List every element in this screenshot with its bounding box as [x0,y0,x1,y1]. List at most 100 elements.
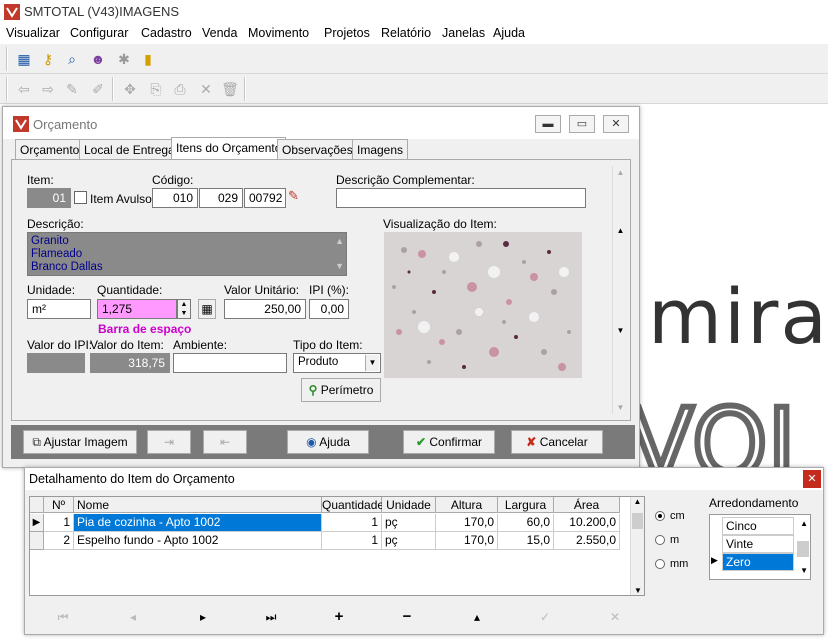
ipi-field[interactable]: 0,00 [309,299,349,319]
scroll-down-icon[interactable]: ▼ [613,326,628,335]
lookup-brush-icon[interactable]: ✎ [288,188,308,204]
quantidade-spinner[interactable]: ▲ ▼ [177,299,191,319]
unidade-field[interactable]: m² [27,299,91,319]
radio-m[interactable]: m [655,534,679,546]
cancelar-button[interactable]: ✘ Cancelar [511,430,603,454]
confirmar-button[interactable]: ✔ Confirmar [403,430,495,454]
calculator-icon[interactable]: ▦ [14,49,34,69]
remove-column-button[interactable]: ⇤ [203,430,247,454]
table-cell-unidade[interactable]: pç [382,514,436,532]
scroll-up-icon[interactable]: ▲ [800,519,808,528]
printer-icon[interactable]: ⎙ [170,79,190,99]
codigo-field-1[interactable]: 010 [152,188,198,208]
ajustar-imagem-button[interactable]: ⧉ Ajustar Imagem [23,430,137,454]
radio-mm[interactable]: mm [655,558,688,570]
scroll-up-icon[interactable]: ▲ [631,497,644,506]
grid-header-quantidade[interactable]: Quantidade [322,497,384,513]
radio-dot[interactable] [655,535,665,546]
menu-relatorio[interactable]: Relatório [381,26,431,40]
key-icon[interactable]: ⚷ [38,49,58,69]
table-cell-largura[interactable]: 15,0 [498,532,554,550]
table-cell-altura[interactable]: 170,0 [436,514,498,532]
valor-unitario-field[interactable]: 250,00 [224,299,306,319]
search-icon[interactable]: ⌕ [62,49,82,69]
table-cell-area[interactable]: 2.550,0 [554,532,620,550]
exit-door-icon[interactable]: ▮ [138,49,158,69]
table-cell-largura[interactable]: 60,0 [498,514,554,532]
grid-header-area[interactable]: Área [554,497,620,513]
menu-janelas[interactable]: Janelas [442,26,485,40]
list-item[interactable]: Cinco [722,517,794,535]
close-button[interactable]: ✕ [603,115,629,133]
pencil-icon[interactable]: ✎ [62,79,82,99]
minimize-button[interactable]: ▬ [535,115,561,133]
arredondamento-list[interactable]: Cinco Vinte ▶ Zero ▲ ▼ [709,514,811,580]
table-cell-unidade[interactable]: pç [382,532,436,550]
trash-icon[interactable]: 🗑 [220,79,240,99]
row-selector-icon[interactable]: ▶ [30,514,44,532]
nav-prior-icon[interactable]: ◂ [123,608,143,626]
arrow-left-icon[interactable]: ⇦ [14,79,34,99]
table-cell-nome[interactable]: Espelho fundo - Apto 1002 [74,532,322,550]
menu-projetos[interactable]: Projetos [324,26,370,40]
table-cell-numero[interactable]: 1 [44,514,74,532]
scroll-up-icon[interactable]: ▲ [335,235,344,248]
scroll-down-icon[interactable]: ▼ [800,566,808,575]
grid-header-altura[interactable]: Altura [436,497,498,513]
row-selector[interactable] [30,532,44,550]
table-cell-numero[interactable]: 2 [44,532,74,550]
menu-configurar[interactable]: Configurar [70,26,128,40]
codigo-field-2[interactable]: 029 [199,188,243,208]
add-column-button[interactable]: ⇥ [147,430,191,454]
grid-header-numero[interactable]: Nº [44,497,74,513]
form-icon[interactable]: ⎘ [146,79,166,99]
tab-imagens[interactable]: Imagens [352,139,409,159]
table-cell-altura[interactable]: 170,0 [436,532,498,550]
ajuda-button[interactable]: ◉ Ajuda [287,430,369,454]
menu-cadastro[interactable]: Cadastro [141,26,192,40]
nav-post-icon[interactable]: ✓ [535,608,555,626]
radio-cm[interactable]: cm [655,510,685,522]
scroll-top-icon[interactable]: ▲ [613,168,628,177]
codigo-field-3[interactable]: 00792 [244,188,286,208]
list-item-selected[interactable]: Zero [722,553,794,571]
arrow-right-icon[interactable]: ⇨ [38,79,58,99]
table-cell-area[interactable]: 10.200,0 [554,514,620,532]
table-cell-quantidade[interactable]: 1 [322,514,382,532]
grid-header-largura[interactable]: Largura [498,497,554,513]
scroll-down-icon[interactable]: ▼ [631,586,645,595]
tab-observacoes[interactable]: Observações [277,139,358,159]
grid-header-nome[interactable]: Nome [74,497,322,513]
quantidade-field[interactable]: 1,275 [97,299,177,319]
maximize-button[interactable]: ▭ [569,115,595,133]
users-icon[interactable]: ☻ [88,49,108,69]
list-item[interactable]: Vinte [722,535,794,553]
tab-itens-orcamento[interactable]: Itens do Orçamento [171,137,287,160]
nav-first-icon[interactable]: ⏮ [53,608,73,626]
tab-orcamento[interactable]: Orçamento [15,139,85,159]
scroll-bottom-icon[interactable]: ▼ [613,403,628,412]
radio-dot[interactable] [655,559,665,570]
menu-movimento[interactable]: Movimento [248,26,309,40]
nav-insert-icon[interactable]: + [329,608,349,626]
table-cell-nome[interactable]: Pia de cozinha - Apto 1002 [74,514,322,532]
nav-cancel-icon[interactable]: ✕ [605,608,625,626]
chevron-down-icon[interactable]: ▼ [365,355,379,371]
tab-local-entrega[interactable]: Local de Entrega [79,139,180,159]
scroll-down-icon[interactable]: ▼ [335,260,344,273]
menu-visualizar[interactable]: Visualizar [6,26,60,40]
eraser-icon[interactable]: ✐ [88,79,108,99]
table-cell-quantidade[interactable]: 1 [322,532,382,550]
grid-header-unidade[interactable]: Unidade [382,497,436,513]
ambiente-field[interactable] [173,353,287,373]
tipo-item-select[interactable]: Produto ▼ [293,353,381,373]
descricao-complementar-field[interactable] [336,188,586,208]
tools-icon[interactable]: ✱ [114,49,134,69]
close-button[interactable]: ✕ [803,470,821,488]
move-icon[interactable]: ✥ [120,79,140,99]
perimetro-button[interactable]: ⚲ Perímetro [301,378,381,402]
scroll-thumb[interactable] [797,541,809,557]
menu-ajuda[interactable]: Ajuda [493,26,525,40]
scroll-up-icon[interactable]: ▲ [613,226,628,235]
menu-venda[interactable]: Venda [202,26,237,40]
